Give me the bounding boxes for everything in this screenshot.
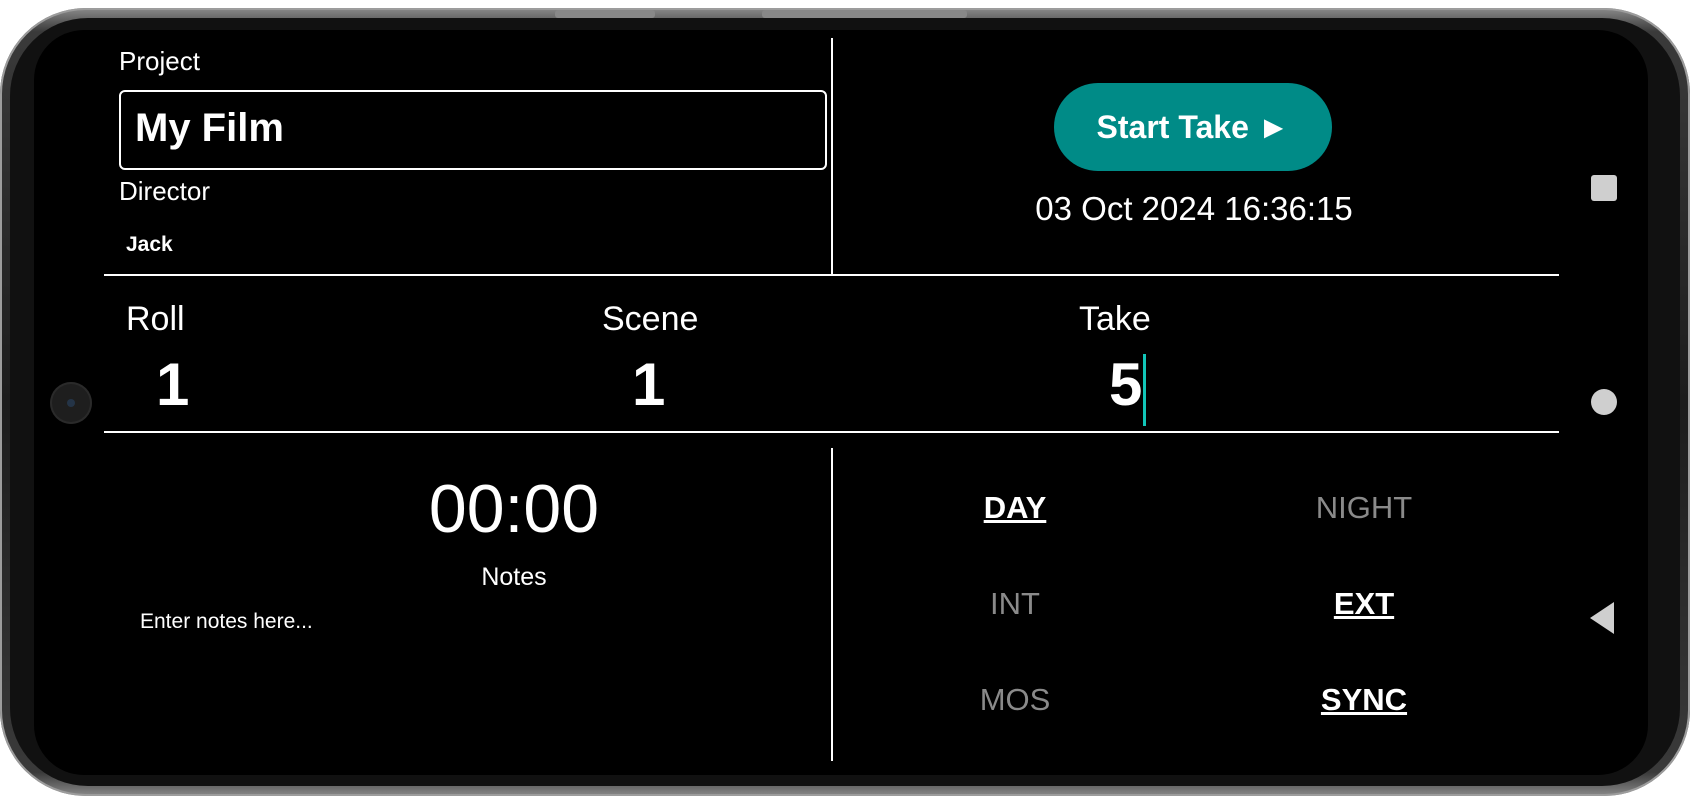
home-circle-icon[interactable] [1591,389,1617,415]
front-camera [50,382,92,424]
bottom-divider [831,448,833,761]
timer-display: 00:00 [428,471,600,547]
roll-value[interactable]: 1 [156,350,189,419]
scene-value[interactable]: 1 [632,350,665,419]
app-screen: Project My Film Director Jack Start Take… [34,30,1648,775]
notes-input[interactable]: Enter notes here... [140,610,313,634]
power-button [762,10,967,18]
text-cursor [1143,354,1146,426]
volume-button [555,10,655,18]
datetime-display: 03 Oct 2024 16:36:15 [1035,190,1353,227]
option-night[interactable]: NIGHT [1264,490,1464,526]
back-triangle-icon[interactable] [1590,602,1614,634]
take-label: Take [1079,300,1151,338]
recents-square-icon[interactable] [1591,175,1617,201]
start-take-label: Start Take ► [1096,108,1290,145]
director-input[interactable]: Jack [126,233,173,257]
option-ext[interactable]: EXT [1264,586,1464,622]
notes-label: Notes [481,563,547,591]
roll-label: Roll [126,300,185,338]
scene-label: Scene [602,300,699,338]
director-label: Director [119,176,211,206]
divider-middle [104,431,1559,433]
divider-top [104,274,1559,276]
option-sync[interactable]: SYNC [1264,682,1464,718]
start-take-button[interactable]: Start Take ► [1054,83,1332,171]
option-day[interactable]: DAY [915,490,1115,526]
project-label: Project [119,46,200,76]
project-input[interactable]: My Film [119,90,827,170]
take-value[interactable]: 5 [1109,350,1142,419]
option-int[interactable]: INT [915,586,1115,622]
option-mos[interactable]: MOS [915,682,1115,718]
header-divider [831,38,833,276]
